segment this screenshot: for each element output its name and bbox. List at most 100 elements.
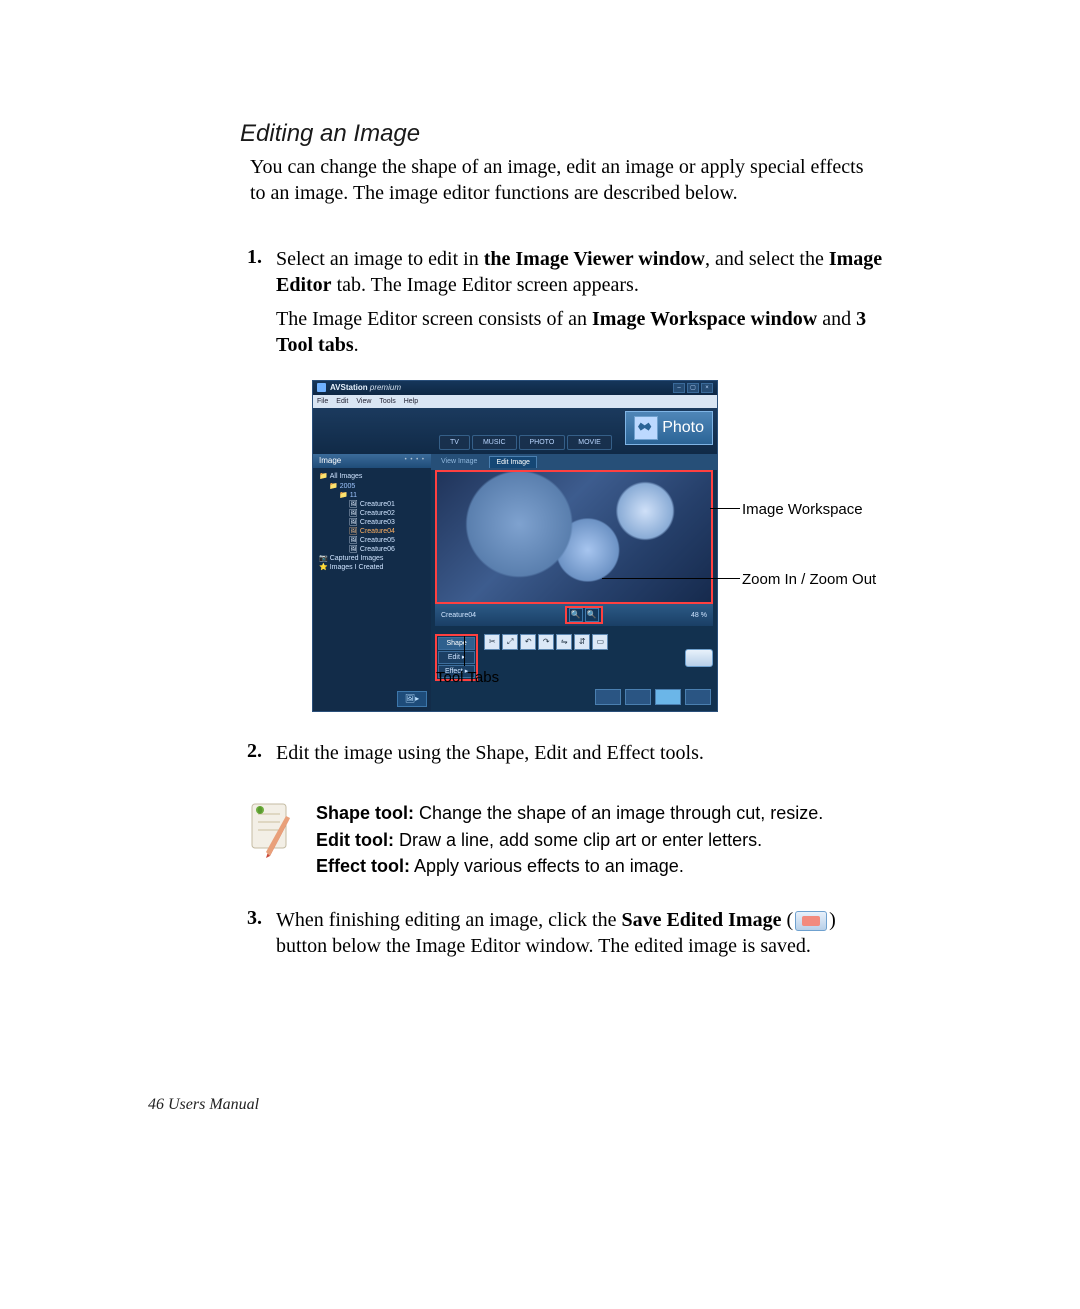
zoom-controls[interactable]: 🔍 🔍 bbox=[565, 606, 603, 624]
tooltab-shape[interactable]: Shape bbox=[438, 637, 475, 650]
rotate-right-icon[interactable]: ↷ bbox=[538, 634, 554, 650]
tree-all-images[interactable]: All Images bbox=[319, 472, 427, 481]
bottom-thumbnails[interactable] bbox=[431, 685, 717, 711]
module-music[interactable]: MUSIC bbox=[472, 435, 517, 450]
tooltab-effect[interactable]: Effect ▸ bbox=[438, 665, 475, 678]
window-controls[interactable]: – ▢ × bbox=[673, 383, 713, 393]
menu-bar[interactable]: File Edit View Tools Help bbox=[313, 395, 717, 408]
effect-tool-text: Apply various effects to an image. bbox=[410, 856, 684, 876]
app-logo-icon bbox=[317, 383, 326, 392]
step1-text3: tab. The Image Editor screen appears. bbox=[332, 274, 639, 296]
tree-item[interactable]: Creature01 bbox=[349, 500, 427, 509]
app-window: AVStation premium – ▢ × File Edit bbox=[312, 380, 718, 712]
step1-number: 1. bbox=[240, 246, 262, 728]
app-title-main: AVStation bbox=[330, 383, 368, 392]
thumb[interactable] bbox=[685, 689, 711, 705]
zoom-in-icon[interactable]: 🔍 bbox=[569, 608, 583, 622]
tree-created[interactable]: Images I Created bbox=[319, 563, 427, 572]
shape-tool-label: Shape tool: bbox=[316, 803, 414, 823]
thumb[interactable] bbox=[595, 689, 621, 705]
image-workspace[interactable] bbox=[435, 470, 713, 604]
resize-icon[interactable]: ⤢ bbox=[502, 634, 518, 650]
sidebar-header-label: Image bbox=[319, 456, 341, 466]
step1-line2: The Image Editor screen consists of an I… bbox=[276, 306, 902, 358]
callout-workspace: Image Workspace bbox=[742, 500, 863, 520]
rotate-left-icon[interactable]: ↶ bbox=[520, 634, 536, 650]
step2-number: 2. bbox=[240, 740, 262, 774]
step1-l2-text: The Image Editor screen consists of an bbox=[276, 308, 592, 330]
frame-icon[interactable]: ▭ bbox=[592, 634, 608, 650]
tool-descriptions: Shape tool: Change the shape of an image… bbox=[250, 800, 870, 878]
sidebar-footer-button[interactable]: 🖼▸ bbox=[397, 691, 427, 707]
effect-tool-line: Effect tool: Apply various effects to an… bbox=[316, 853, 823, 879]
note-pen-icon bbox=[250, 800, 294, 860]
sidebar: Image • • • • All Images 2005 11 Creatur… bbox=[313, 454, 431, 711]
zoom-out-icon[interactable]: 🔍 bbox=[585, 608, 599, 622]
tool-tabs[interactable]: Shape Edit ▸ Effect ▸ bbox=[435, 634, 478, 681]
photo-label: Photo bbox=[662, 418, 704, 439]
shape-tool-icons[interactable]: ✂ ⤢ ↶ ↷ ⇋ ⇵ ▭ bbox=[484, 634, 608, 681]
section-title: Editing an Image bbox=[240, 120, 870, 148]
step3-text: When finishing editing an image, click t… bbox=[276, 907, 870, 959]
image-info-bar: Creature04 🔍 🔍 48 % bbox=[435, 604, 713, 626]
image-tree[interactable]: All Images 2005 11 Creature01 Creature02… bbox=[313, 468, 431, 622]
shape-tool-text: Change the shape of an image through cut… bbox=[414, 803, 823, 823]
menu-tools[interactable]: Tools bbox=[379, 397, 395, 406]
photo-icon bbox=[634, 416, 658, 440]
sidebar-header-handle-icon[interactable]: • • • • bbox=[405, 457, 425, 465]
tree-item[interactable]: Creature02 bbox=[349, 509, 427, 518]
edit-tool-label: Edit tool: bbox=[316, 830, 394, 850]
crop-icon[interactable]: ✂ bbox=[484, 634, 500, 650]
tree-item[interactable]: Creature05 bbox=[349, 536, 427, 545]
thumb[interactable] bbox=[625, 689, 651, 705]
callout-zoom: Zoom In / Zoom Out bbox=[742, 570, 876, 590]
step3-paren-open: ( bbox=[781, 909, 793, 931]
step3-text-a: When finishing editing an image, click t… bbox=[276, 909, 621, 931]
edit-tool-text: Draw a line, add some clip art or enter … bbox=[394, 830, 762, 850]
minimize-icon[interactable]: – bbox=[673, 383, 685, 393]
menu-help[interactable]: Help bbox=[404, 397, 418, 406]
tree-captured[interactable]: Captured Images bbox=[319, 554, 427, 563]
sidebar-header: Image • • • • bbox=[313, 454, 431, 468]
menu-file[interactable]: File bbox=[317, 397, 328, 406]
step1-text: Select an image to edit in bbox=[276, 248, 484, 270]
tab-edit-image[interactable]: Edit Image bbox=[489, 456, 536, 468]
module-strip: TV MUSIC PHOTO MOVIE Photo bbox=[313, 408, 717, 454]
titlebar: AVStation premium – ▢ × bbox=[313, 381, 717, 395]
effect-tool-label: Effect tool: bbox=[316, 856, 410, 876]
tree-month[interactable]: 11 bbox=[339, 491, 427, 500]
step3-number: 3. bbox=[240, 907, 262, 967]
flip-h-icon[interactable]: ⇋ bbox=[556, 634, 572, 650]
module-tv[interactable]: TV bbox=[439, 435, 470, 450]
step1-l2-bold1: Image Workspace window bbox=[592, 308, 817, 330]
tree-year[interactable]: 2005 bbox=[329, 482, 427, 491]
edit-tool-line: Edit tool: Draw a line, add some clip ar… bbox=[316, 827, 823, 853]
menu-view[interactable]: View bbox=[356, 397, 371, 406]
app-title: AVStation premium bbox=[330, 383, 401, 393]
shape-tool-line: Shape tool: Change the shape of an image… bbox=[316, 800, 823, 826]
tree-item[interactable]: Creature03 bbox=[349, 518, 427, 527]
step1-text2: , and select the bbox=[705, 248, 829, 270]
maximize-icon[interactable]: ▢ bbox=[687, 383, 699, 393]
screenshot-figure: AVStation premium – ▢ × File Edit bbox=[312, 380, 902, 712]
step1-bold-viewer: the Image Viewer window bbox=[484, 248, 705, 270]
flip-v-icon[interactable]: ⇵ bbox=[574, 634, 590, 650]
step3-bold: Save Edited Image bbox=[621, 909, 781, 931]
page-footer: 46 Users Manual bbox=[148, 1096, 259, 1114]
tree-item[interactable]: Creature06 bbox=[349, 545, 427, 554]
current-filename: Creature04 bbox=[441, 611, 476, 620]
tab-view-image[interactable]: View Image bbox=[435, 456, 483, 468]
step1-l2-text2: and bbox=[817, 308, 856, 330]
module-movie[interactable]: MOVIE bbox=[567, 435, 612, 450]
tree-item-selected[interactable]: Creature04 bbox=[349, 527, 427, 536]
thumb-selected[interactable] bbox=[655, 689, 681, 705]
tooltab-edit[interactable]: Edit ▸ bbox=[438, 651, 475, 664]
app-title-sub: premium bbox=[368, 383, 401, 392]
close-icon[interactable]: × bbox=[701, 383, 713, 393]
zoom-value: 48 % bbox=[691, 611, 707, 620]
photo-badge: Photo bbox=[625, 411, 713, 445]
step2-text: Edit the image using the Shape, Edit and… bbox=[276, 740, 870, 766]
module-photo[interactable]: PHOTO bbox=[519, 435, 566, 450]
save-edited-image-button[interactable] bbox=[685, 649, 713, 667]
menu-edit[interactable]: Edit bbox=[336, 397, 348, 406]
